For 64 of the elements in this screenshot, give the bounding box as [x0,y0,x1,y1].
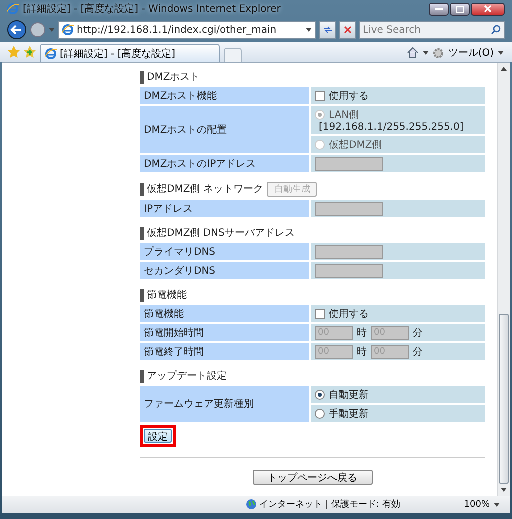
zoom-level[interactable]: 100% [464,500,490,510]
back-to-top-button[interactable]: トップページへ戻る [252,470,372,485]
radio-button[interactable] [315,390,325,400]
browser-tab[interactable]: [詳細設定] - [高度な設定] [40,44,220,62]
maximize-button[interactable] [450,2,470,16]
unit-label: 時 [357,346,367,358]
new-tab-button[interactable] [224,48,242,62]
add-favorite-icon[interactable] [24,46,36,58]
unit-label: 分 [413,326,423,340]
radio-label: 手動更新 [329,408,369,420]
settings-icon [433,48,444,58]
status-zone-text: インターネット | 保護モード: 有効 [246,498,400,511]
url-text: http://192.168.1.1/index.cgi/other_main [77,24,278,36]
back-button[interactable] [7,20,27,40]
star-icon[interactable] [8,46,20,58]
caret-icon[interactable] [494,502,500,506]
window-title: [詳細設定] - [高度な設定] - Windows Internet Explorer [23,2,282,16]
row-label: DMZホストのIPアドレス [140,155,309,172]
row-label: プライマリDNS [140,243,309,260]
caret-icon[interactable] [423,51,430,55]
row-label: セカンダリDNS [140,262,309,279]
radio-button[interactable] [315,408,325,418]
close-button[interactable] [471,2,505,16]
search-field[interactable]: Live Search [359,21,505,39]
refresh-icon [322,26,332,34]
address-bar[interactable]: http://192.168.1.1/index.cgi/other_main [58,21,316,39]
browser-logo-icon [7,3,19,15]
caret-icon[interactable] [501,488,507,492]
close-icon [484,5,492,13]
section-title: 仮想DMZ側 ネットワーク [140,183,264,196]
globe-icon [246,499,257,510]
radio-label: 仮想DMZ側 [329,138,382,152]
search-icon [491,25,501,35]
stop-button[interactable] [339,21,356,39]
checkbox-label: 使用する [329,90,369,102]
browser-logo-icon [62,24,74,36]
address-text: [192.168.1.1/255.255.255.0] [318,122,464,132]
forward-button[interactable] [30,22,46,38]
refresh-button[interactable] [319,21,336,39]
tools-menu[interactable]: ツール(O) [448,46,494,60]
row-label: DMZホスト機能 [140,87,309,104]
unit-label: 分 [413,346,423,358]
row-label: IPアドレス [140,200,309,217]
row-label: DMZホストの配置 [140,106,309,153]
submit-button[interactable]: 設定 [144,429,172,443]
close-icon [344,26,352,34]
unit-label: 時 [357,326,367,340]
row-label: 節電終了時間 [140,343,309,360]
row-label: 節電機能 [140,305,309,322]
caret-icon[interactable] [501,67,507,71]
checkbox-label: 使用する [329,308,369,320]
checkbox[interactable] [315,90,325,100]
row-label: 節電開始時間 [140,324,309,341]
checkbox[interactable] [315,308,325,318]
radio-label: 自動更新 [329,388,369,402]
scrollbar-thumb[interactable] [499,314,509,484]
radio-label: LAN側 [329,108,360,122]
caret-icon[interactable] [498,51,504,55]
minimize-button[interactable] [429,2,449,16]
search-placeholder: Live Search [363,24,421,36]
row-label: ファームウェア更新種別 [140,386,309,422]
caret-icon[interactable] [306,28,312,32]
browser-logo-icon [45,48,57,60]
home-icon[interactable] [407,47,420,59]
